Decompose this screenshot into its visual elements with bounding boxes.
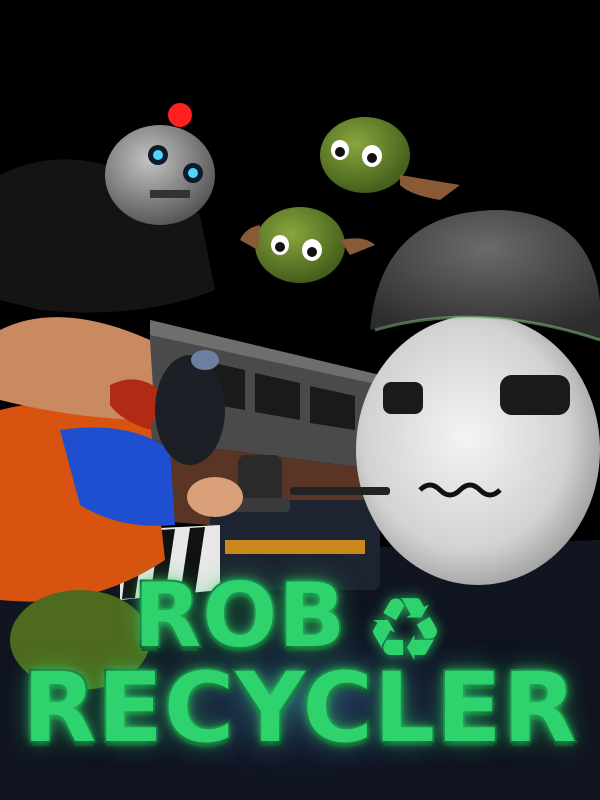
robot-beacon <box>168 103 192 127</box>
logo-title-line-1: ROB <box>132 564 348 667</box>
logo-title-line-2: RECYCLER <box>20 652 578 764</box>
cover-art: ROB ♻ RECYCLER <box>0 0 600 800</box>
blaster-barrel <box>290 487 390 495</box>
white-blob-character <box>356 210 600 585</box>
